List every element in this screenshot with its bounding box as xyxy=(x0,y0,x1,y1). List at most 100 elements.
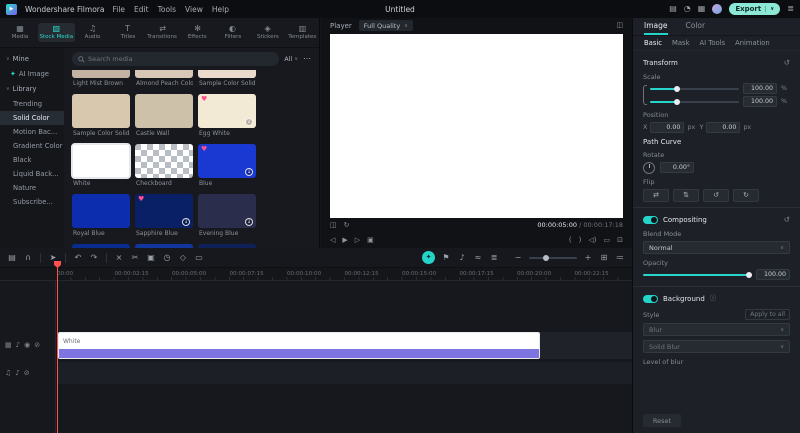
search-input[interactable] xyxy=(88,55,273,63)
tab-templates[interactable]: ▥Templates xyxy=(286,23,320,42)
sidebar-item-subscribe[interactable]: Subscribe... xyxy=(0,195,64,209)
marker-icon[interactable]: ⚑ xyxy=(441,254,451,262)
crop-icon[interactable]: ▣ xyxy=(146,254,156,262)
sidebar-item-solid-color[interactable]: Solid Color xyxy=(0,111,64,125)
tab-audio[interactable]: ♫Audio xyxy=(76,23,110,42)
tab-stock-media[interactable]: ▧Stock Media xyxy=(38,23,75,42)
display-setting-icon[interactable]: ▭ xyxy=(604,237,611,244)
zoom-in-icon[interactable]: + xyxy=(583,254,593,262)
subtab-mask[interactable]: Mask xyxy=(672,39,690,47)
preview-canvas[interactable] xyxy=(330,34,623,218)
opacity-value[interactable]: 100.00 xyxy=(756,269,790,280)
menu-view[interactable]: View xyxy=(185,5,203,14)
position-x-input[interactable]: 0.00 xyxy=(650,122,684,133)
menu-file[interactable]: File xyxy=(112,5,125,14)
avatar[interactable] xyxy=(712,4,722,14)
compositing-toggle[interactable] xyxy=(643,216,658,224)
snapshot-icon[interactable]: ▣ xyxy=(367,237,374,244)
sidebar-item-motion-bac[interactable]: Motion Bac... xyxy=(0,125,64,139)
swatch-evening-blue[interactable]: ↓Evening Blue xyxy=(198,194,256,239)
background-style-dropdown[interactable]: Solid Blur ∨ xyxy=(643,340,790,353)
tab-titles[interactable]: TTitles xyxy=(111,23,145,42)
menu-tools[interactable]: Tools xyxy=(158,5,176,14)
voiceover-icon[interactable]: ♪ xyxy=(457,254,467,262)
reset-compositing-icon[interactable]: ↺ xyxy=(784,216,790,224)
subtab-ai-tools[interactable]: AI Tools xyxy=(700,39,726,47)
sidebar-item-liquid-back[interactable]: Liquid Back... xyxy=(0,167,64,181)
apply-to-all-button[interactable]: Apply to all xyxy=(745,309,790,320)
download-icon[interactable]: ↓ xyxy=(182,218,190,226)
subtab-basic[interactable]: Basic xyxy=(644,39,662,47)
compare-icon[interactable]: ◫ xyxy=(330,222,337,229)
delete-icon[interactable]: × xyxy=(114,254,124,262)
swatch-castle-wall[interactable]: Castle Wall xyxy=(135,94,193,139)
download-icon[interactable]: ↓ xyxy=(245,218,253,226)
next-frame-icon[interactable]: ▷ xyxy=(355,237,360,244)
position-y-input[interactable]: 0.00 xyxy=(706,122,740,133)
video-track-icon[interactable]: ▦ xyxy=(5,342,12,349)
quality-dropdown[interactable]: Full Quality ∨ xyxy=(359,20,413,31)
sidebar-item-trending[interactable]: Trending xyxy=(0,97,64,111)
menu-help[interactable]: Help xyxy=(212,5,229,14)
swatch-royal-blue[interactable]: Royal Blue xyxy=(72,194,130,239)
render-preview-icon[interactable]: ▭ xyxy=(194,254,204,262)
magnet-snap-icon[interactable]: ∩ xyxy=(23,254,33,262)
favorite-icon[interactable]: ♥ xyxy=(201,96,207,103)
scale-link-icon[interactable] xyxy=(643,85,647,105)
swatch-sapphire-blue[interactable]: ♥↓Sapphire Blue xyxy=(135,194,193,239)
scale-y-slider[interactable] xyxy=(650,101,739,103)
scale-x-value[interactable]: 100.00 xyxy=(743,83,777,94)
swatch-almond-peach-color[interactable]: Almond Peach Color xyxy=(135,70,193,89)
speed-icon[interactable]: ◷ xyxy=(162,254,172,262)
sidebar-item-mine[interactable]: ∨Mine xyxy=(0,51,64,67)
tab-stickers[interactable]: ◈Stickers xyxy=(251,23,285,42)
ai-tool-button[interactable]: ✦ xyxy=(422,251,435,264)
notifications-icon[interactable]: ◔ xyxy=(684,5,691,13)
tab-transitions[interactable]: ⇄Transitions xyxy=(146,23,180,42)
sidebar-item-library[interactable]: ∨Library xyxy=(0,81,64,97)
timeline-clip-white[interactable]: White xyxy=(58,332,540,359)
rotate-dial[interactable] xyxy=(643,162,655,174)
reset-transform-icon[interactable]: ↺ xyxy=(784,59,790,67)
tab-color[interactable]: Color xyxy=(686,21,706,35)
mute-track-icon[interactable]: ♪ xyxy=(16,342,20,349)
export-button[interactable]: Export ∨ xyxy=(729,3,780,15)
swatch-egg-white[interactable]: ♥↓Egg White xyxy=(198,94,256,139)
play-icon[interactable]: ▶ xyxy=(342,237,347,244)
mark-out-icon[interactable]: ) xyxy=(579,237,582,244)
swatch-scroll-area[interactable]: Light Mist Brown Almond Peach Color ♥ Sampl… xyxy=(64,70,319,248)
flip-vertical-button[interactable]: ⇅ xyxy=(673,189,699,202)
swatch-light-mist-brown[interactable]: Light Mist Brown xyxy=(72,70,130,89)
volume-icon[interactable]: ◁) xyxy=(588,237,596,244)
sidebar-item-nature[interactable]: Nature xyxy=(0,181,64,195)
export-caret-icon[interactable]: ∨ xyxy=(765,6,774,12)
rotate-value[interactable]: 0.00° xyxy=(660,162,694,173)
audio-track-lane[interactable] xyxy=(57,362,632,384)
sidebar-item-black[interactable]: Black xyxy=(0,153,64,167)
lock-track-icon[interactable]: ⊘ xyxy=(24,370,30,377)
tab-effects[interactable]: ✻Effects xyxy=(181,23,215,42)
scale-x-slider[interactable] xyxy=(650,88,739,90)
blend-mode-dropdown[interactable]: Normal ∨ xyxy=(643,241,790,254)
opacity-slider[interactable] xyxy=(643,274,752,276)
swatch-blue[interactable]: ♥↓Blue xyxy=(198,144,256,189)
favorite-icon[interactable]: ♥ xyxy=(201,146,207,153)
search-box[interactable] xyxy=(72,52,279,66)
zoom-out-icon[interactable]: − xyxy=(513,254,523,262)
flip-horizontal-button[interactable]: ⇄ xyxy=(643,189,669,202)
prev-frame-icon[interactable]: ◁ xyxy=(330,237,335,244)
layout-icon[interactable]: ▦ xyxy=(698,5,706,13)
sidebar-item-ai-image[interactable]: ✦AI Image xyxy=(0,67,64,81)
media-manager-icon[interactable]: ▤ xyxy=(7,254,17,262)
hide-track-icon[interactable]: ◉ xyxy=(24,342,30,349)
tab-filters[interactable]: ◐Filters xyxy=(216,23,250,42)
rotate-ccw-button[interactable]: ↺ xyxy=(703,189,729,202)
keyframe-icon[interactable]: ◇ xyxy=(178,254,188,262)
more-options-icon[interactable]: ⋯ xyxy=(303,55,311,63)
subtab-animation[interactable]: Animation xyxy=(735,39,770,47)
background-toggle[interactable] xyxy=(643,295,658,303)
zoom-fit-icon[interactable]: ⊞ xyxy=(599,254,609,262)
undo-icon[interactable]: ↶ xyxy=(73,254,83,262)
filter-all-dropdown[interactable]: All ∨ xyxy=(284,55,298,63)
swatch-sample-color-solid-25[interactable]: Sample Color Solid 25 xyxy=(72,94,130,139)
